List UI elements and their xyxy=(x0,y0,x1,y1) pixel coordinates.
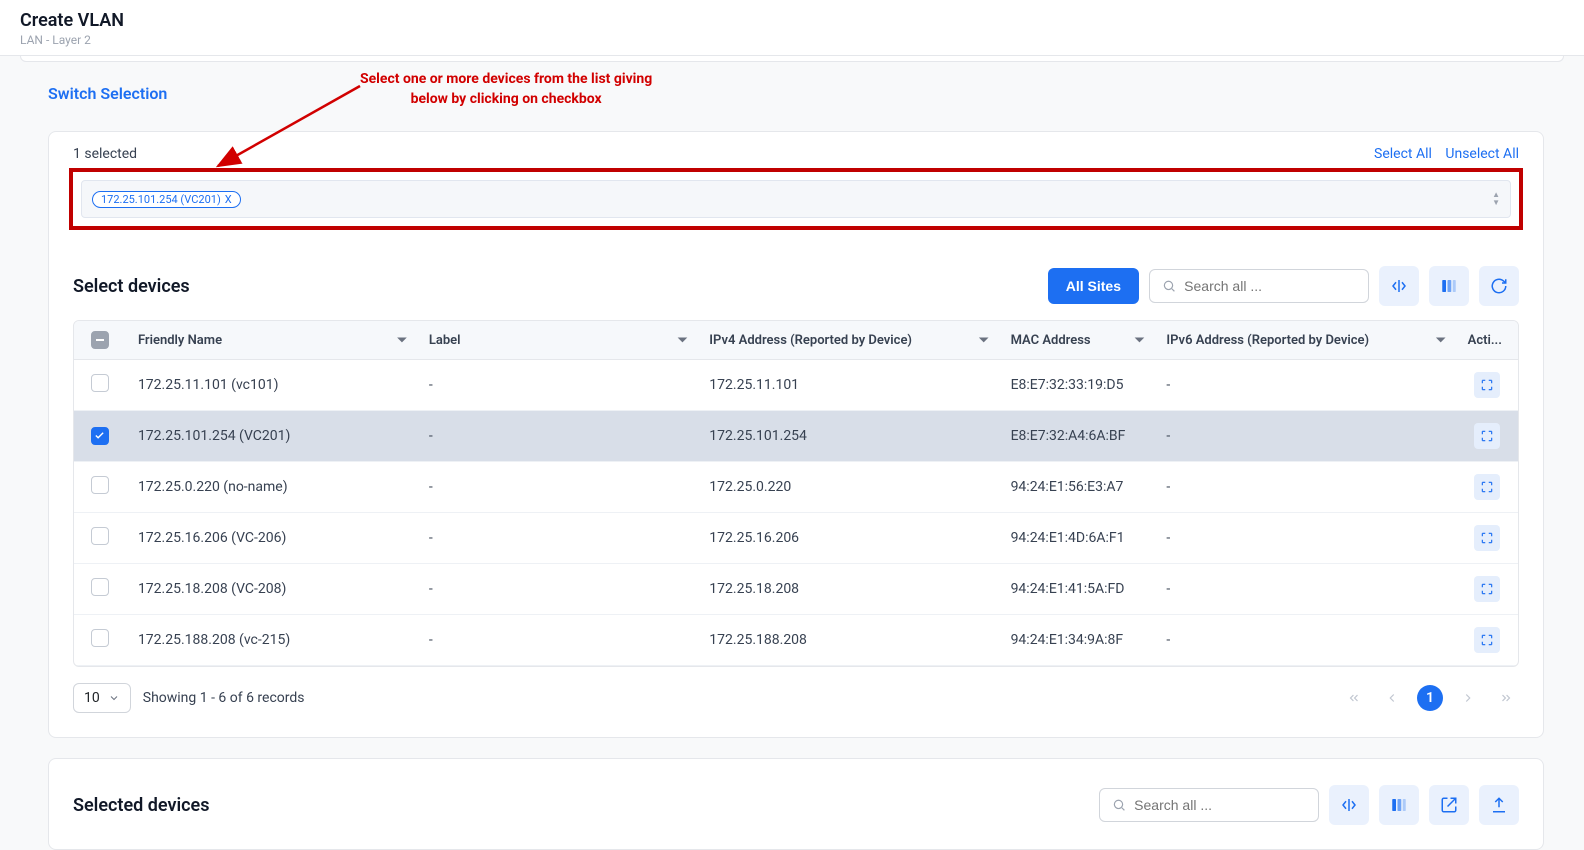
last-page-icon[interactable] xyxy=(1493,685,1519,711)
cell-ipv6: - xyxy=(1154,360,1455,411)
cell-ipv6: - xyxy=(1154,411,1455,462)
col-ipv4[interactable]: IPv4 Address (Reported by Device)⏷ xyxy=(697,321,998,360)
cell-ipv4: 172.25.101.254 xyxy=(697,411,998,462)
resize-columns-icon[interactable] xyxy=(1379,266,1419,306)
switch-selection-card: 1 selected Select All Unselect All 172.2… xyxy=(48,131,1544,738)
cell-ipv6: - xyxy=(1154,564,1455,615)
row-checkbox[interactable] xyxy=(91,374,109,392)
cell-friendly-name: 172.25.188.208 (vc-215) xyxy=(126,615,417,666)
col-ipv6[interactable]: IPv6 Address (Reported by Device)⏷ xyxy=(1154,321,1455,360)
filter-icon[interactable]: ⏷ xyxy=(678,333,688,348)
cell-label: - xyxy=(417,615,697,666)
table-row[interactable]: 172.25.101.254 (VC201) - 172.25.101.254 … xyxy=(74,411,1518,462)
col-mac[interactable]: MAC Address⏷ xyxy=(999,321,1155,360)
expand-icon[interactable] xyxy=(1474,423,1500,449)
cell-friendly-name: 172.25.16.206 (VC-206) xyxy=(126,513,417,564)
cell-mac: E8:E7:32:33:19:D5 xyxy=(999,360,1155,411)
devices-table: Friendly Name⏷ Label⏷ IPv4 Address (Repo… xyxy=(73,320,1519,667)
annotation-text: Select one or more devices from the list… xyxy=(360,70,652,109)
filter-icon[interactable]: ⏷ xyxy=(979,333,989,348)
cell-friendly-name: 172.25.0.220 (no-name) xyxy=(126,462,417,513)
col-friendly-name[interactable]: Friendly Name⏷ xyxy=(126,321,417,360)
cell-label: - xyxy=(417,411,697,462)
page-1[interactable]: 1 xyxy=(1417,685,1443,711)
cell-label: - xyxy=(417,462,697,513)
cell-ipv4: 172.25.16.206 xyxy=(697,513,998,564)
select-all-link[interactable]: Select All xyxy=(1374,146,1432,162)
section-title: Switch Selection xyxy=(48,62,1544,111)
cell-mac: 94:24:E1:41:5A:FD xyxy=(999,564,1155,615)
cell-mac: 94:24:E1:34:9A:8F xyxy=(999,615,1155,666)
row-checkbox[interactable] xyxy=(91,476,109,494)
chevron-down-icon xyxy=(108,692,120,704)
columns-icon[interactable] xyxy=(1379,785,1419,825)
cell-ipv6: - xyxy=(1154,462,1455,513)
filter-icon[interactable]: ⏷ xyxy=(397,333,407,348)
devices-title: Select devices xyxy=(73,276,190,297)
table-row[interactable]: 172.25.11.101 (vc101) - 172.25.11.101 E8… xyxy=(74,360,1518,411)
search-icon xyxy=(1162,278,1176,294)
filter-icon[interactable]: ⏷ xyxy=(1135,333,1145,348)
export-icon[interactable] xyxy=(1429,785,1469,825)
cell-ipv4: 172.25.0.220 xyxy=(697,462,998,513)
search-input[interactable] xyxy=(1099,788,1319,822)
expand-icon[interactable] xyxy=(1474,525,1500,551)
row-checkbox[interactable] xyxy=(91,578,109,596)
cell-friendly-name: 172.25.101.254 (VC201) xyxy=(126,411,417,462)
prev-page-icon[interactable] xyxy=(1379,685,1405,711)
table-row[interactable]: 172.25.16.206 (VC-206) - 172.25.16.206 9… xyxy=(74,513,1518,564)
chip-remove-icon[interactable]: X xyxy=(225,193,232,206)
spinner-icon[interactable]: ▲▼ xyxy=(1492,191,1500,207)
selected-devices-card: Selected devices xyxy=(48,758,1544,850)
selected-count: 1 selected xyxy=(73,146,137,162)
cell-mac: E8:E7:32:A4:6A:BF xyxy=(999,411,1155,462)
row-checkbox[interactable] xyxy=(91,629,109,647)
table-row[interactable]: 172.25.188.208 (vc-215) - 172.25.188.208… xyxy=(74,615,1518,666)
cell-friendly-name: 172.25.18.208 (VC-208) xyxy=(126,564,417,615)
cell-ipv6: - xyxy=(1154,615,1455,666)
header-checkbox[interactable] xyxy=(91,331,109,349)
cell-ipv4: 172.25.18.208 xyxy=(697,564,998,615)
table-row[interactable]: 172.25.0.220 (no-name) - 172.25.0.220 94… xyxy=(74,462,1518,513)
col-actions[interactable]: Acti... xyxy=(1456,321,1518,360)
table-row[interactable]: 172.25.18.208 (VC-208) - 172.25.18.208 9… xyxy=(74,564,1518,615)
row-checkbox[interactable] xyxy=(91,427,109,445)
pagination: 1 xyxy=(1341,685,1519,711)
cell-label: - xyxy=(417,564,697,615)
search-input[interactable] xyxy=(1149,269,1369,303)
filter-icon[interactable]: ⏷ xyxy=(1436,333,1446,348)
cell-label: - xyxy=(417,360,697,411)
resize-columns-icon[interactable] xyxy=(1329,785,1369,825)
first-page-icon[interactable] xyxy=(1341,685,1367,711)
cell-label: - xyxy=(417,513,697,564)
cell-mac: 94:24:E1:4D:6A:F1 xyxy=(999,513,1155,564)
selected-devices-title: Selected devices xyxy=(73,795,210,816)
expand-icon[interactable] xyxy=(1474,474,1500,500)
col-label[interactable]: Label⏷ xyxy=(417,321,697,360)
page-size-dropdown[interactable]: 10 xyxy=(73,683,131,713)
expand-icon[interactable] xyxy=(1474,576,1500,602)
all-sites-button[interactable]: All Sites xyxy=(1048,268,1139,304)
expand-icon[interactable] xyxy=(1474,372,1500,398)
columns-icon[interactable] xyxy=(1429,266,1469,306)
cell-friendly-name: 172.25.11.101 (vc101) xyxy=(126,360,417,411)
search-icon xyxy=(1112,797,1126,813)
next-page-icon[interactable] xyxy=(1455,685,1481,711)
selected-chip[interactable]: 172.25.101.254 (VC201) X xyxy=(92,191,241,208)
page-header: Create VLAN LAN - Layer 2 xyxy=(0,0,1584,56)
selected-chip-container[interactable]: 172.25.101.254 (VC201) X ▲▼ xyxy=(81,180,1511,218)
page-title: Create VLAN xyxy=(20,10,1564,31)
cell-ipv6: - xyxy=(1154,513,1455,564)
refresh-icon[interactable] xyxy=(1479,266,1519,306)
records-text: Showing 1 - 6 of 6 records xyxy=(143,690,305,706)
upload-icon[interactable] xyxy=(1479,785,1519,825)
cell-ipv4: 172.25.11.101 xyxy=(697,360,998,411)
row-checkbox[interactable] xyxy=(91,527,109,545)
breadcrumb: LAN - Layer 2 xyxy=(20,33,1564,47)
cell-ipv4: 172.25.188.208 xyxy=(697,615,998,666)
unselect-all-link[interactable]: Unselect All xyxy=(1445,146,1519,162)
cell-mac: 94:24:E1:56:E3:A7 xyxy=(999,462,1155,513)
highlighted-selection-area: 172.25.101.254 (VC201) X ▲▼ xyxy=(69,168,1523,230)
expand-icon[interactable] xyxy=(1474,627,1500,653)
